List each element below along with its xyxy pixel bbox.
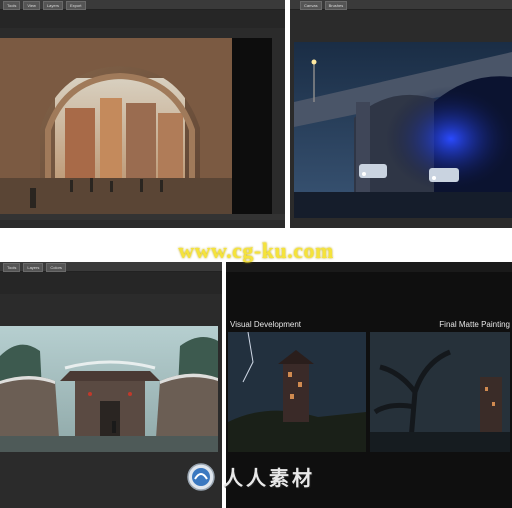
toolbar-button-3[interactable]: Layers: [42, 1, 63, 10]
toolbar-button-1[interactable]: Tools: [3, 263, 21, 272]
toolbar-button-2[interactable]: Layers: [23, 263, 44, 272]
toolbar-button-4[interactable]: Export: [65, 1, 86, 10]
status-bar: [0, 214, 285, 220]
toolbar-button-3[interactable]: Colors: [46, 263, 66, 272]
gate-painting: [0, 326, 218, 452]
archway-painting: [0, 38, 272, 214]
logo-icon: [187, 462, 215, 491]
toolbar-button-2[interactable]: Brushes: [324, 1, 348, 10]
watermark-url: www.cg-ku.com: [178, 238, 334, 263]
image-visual-development[interactable]: [228, 332, 366, 452]
top-gray-strip: [0, 10, 285, 28]
toolbar-button-1[interactable]: Canvas: [300, 1, 322, 10]
toolbar: Canvas Brushes: [290, 0, 512, 10]
watermark-logo: 人人素材: [187, 462, 315, 491]
caption-visual-development: Visual Development: [230, 320, 302, 329]
canvas-viewport[interactable]: [0, 38, 272, 214]
canvas-viewport[interactable]: [294, 42, 512, 218]
canvas-viewport[interactable]: [0, 326, 218, 452]
image-final-matte-painting[interactable]: [370, 332, 510, 452]
panel-archway: Tools View Layers Export: [0, 0, 285, 228]
caption-final-matte-painting: Final Matte Painting: [439, 320, 510, 329]
panel-bridge: Canvas Brushes: [290, 0, 512, 228]
toolbar: Tools View Layers Export: [0, 0, 285, 10]
logo-text: 人人素材: [223, 466, 315, 490]
tree-matte-painting: [370, 332, 510, 452]
toolbar-button-1[interactable]: Tools: [3, 1, 21, 10]
top-gray-strip: [0, 272, 222, 294]
bridge-painting: [294, 42, 512, 218]
tower-sketch-painting: [228, 332, 366, 452]
toolbar-button-2[interactable]: View: [23, 1, 40, 10]
